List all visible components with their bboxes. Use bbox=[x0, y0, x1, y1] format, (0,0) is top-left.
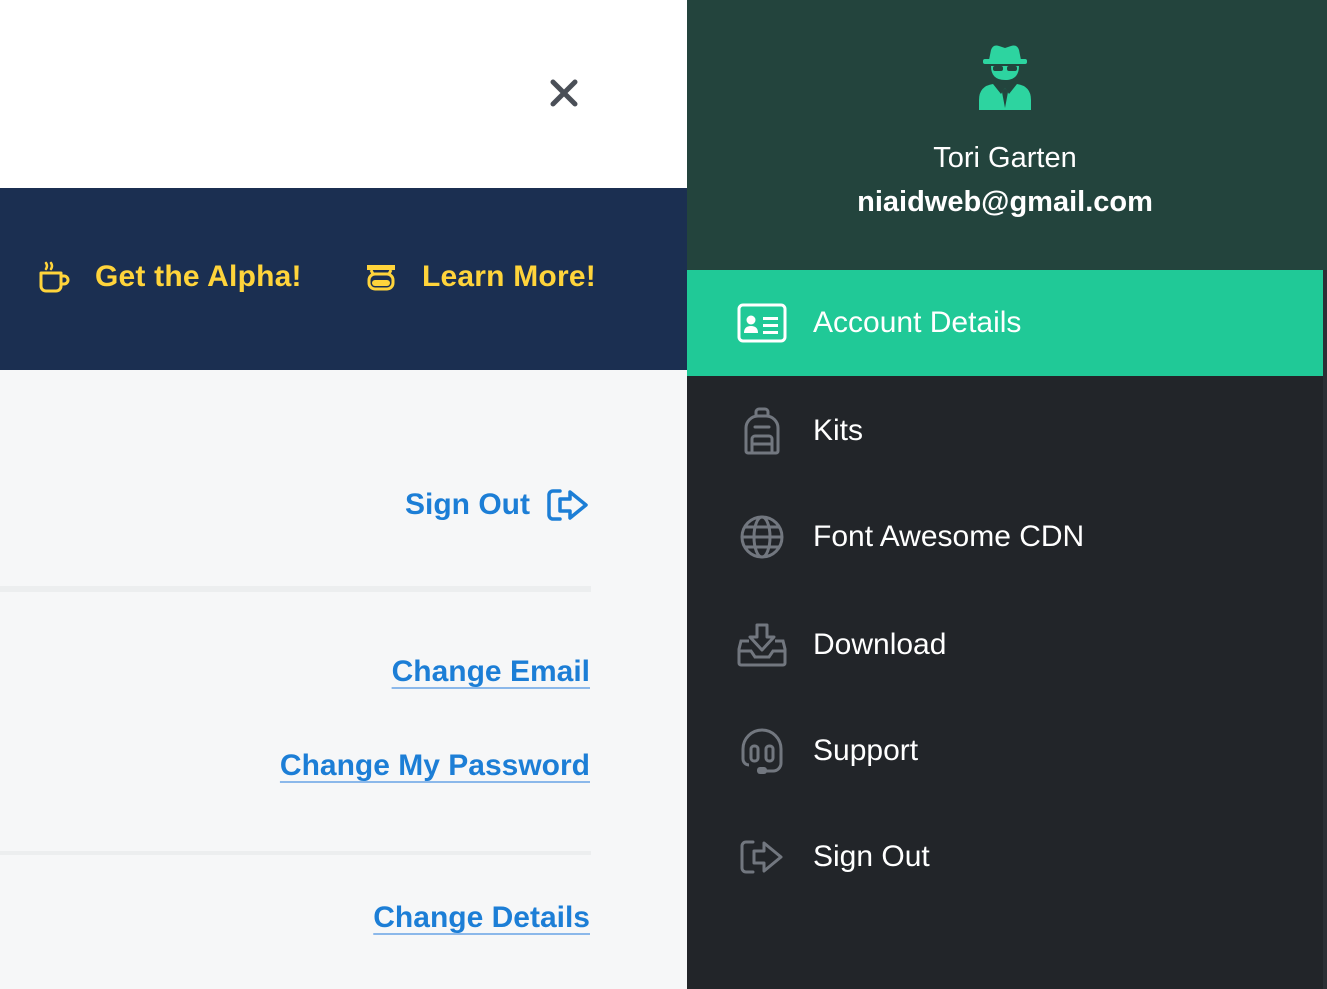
change-password-link[interactable]: Change My Password bbox=[280, 749, 590, 783]
menu-item-kits[interactable]: Kits bbox=[687, 378, 1323, 484]
coffee-pot-icon bbox=[367, 265, 395, 291]
sign-out-link[interactable]: Sign Out bbox=[405, 488, 590, 522]
close-button[interactable] bbox=[544, 73, 584, 113]
section-divider bbox=[0, 586, 591, 592]
menu-item-sign-out[interactable]: Sign Out bbox=[687, 804, 1323, 910]
menu-item-label: Support bbox=[813, 734, 919, 767]
learn-more-link[interactable]: Learn More! bbox=[364, 252, 596, 302]
close-icon bbox=[550, 79, 578, 107]
menu-item-download[interactable]: Download bbox=[687, 592, 1323, 698]
menu-item-label: Font Awesome CDN bbox=[813, 520, 1085, 553]
inbox-download-icon bbox=[736, 619, 788, 671]
section-divider bbox=[0, 851, 591, 855]
learn-more-label: Learn More! bbox=[422, 260, 596, 293]
user-name: Tori Garten bbox=[933, 142, 1077, 174]
menu-item-label: Sign Out bbox=[813, 840, 930, 873]
sign-out-label: Sign Out bbox=[405, 488, 530, 521]
menu-item-label: Kits bbox=[813, 414, 864, 447]
headset-icon bbox=[736, 725, 788, 777]
drawer-scroll-edge bbox=[1323, 270, 1327, 989]
change-email-link[interactable]: Change Email bbox=[392, 655, 590, 689]
sign-out-icon bbox=[736, 831, 788, 883]
menu-item-label: Account Details bbox=[813, 306, 1022, 339]
user-email: niaidweb@gmail.com bbox=[857, 186, 1153, 218]
top-bar bbox=[0, 0, 687, 188]
account-drawer: Tori Garten niaidweb@gmail.com Account D… bbox=[687, 0, 1327, 989]
drawer-header: Tori Garten niaidweb@gmail.com bbox=[687, 0, 1327, 270]
menu-item-support[interactable]: Support bbox=[687, 698, 1323, 804]
promo-banner: Get the Alpha! Learn More! bbox=[0, 188, 687, 370]
user-secret-avatar-icon bbox=[979, 45, 1031, 110]
globe-icon bbox=[736, 511, 788, 563]
menu-item-account-details[interactable]: Account Details bbox=[687, 270, 1323, 376]
id-card-icon bbox=[736, 297, 788, 349]
backpack-icon bbox=[736, 405, 788, 457]
change-details-link[interactable]: Change Details bbox=[373, 901, 590, 935]
get-alpha-link[interactable]: Get the Alpha! bbox=[37, 252, 302, 302]
menu-item-font-awesome-cdn[interactable]: Font Awesome CDN bbox=[687, 484, 1323, 590]
sign-out-icon bbox=[547, 489, 588, 521]
get-alpha-label: Get the Alpha! bbox=[95, 260, 302, 293]
account-page: Get the Alpha! Learn More! Sign Out Chan… bbox=[0, 0, 687, 989]
mug-icon bbox=[39, 261, 70, 293]
menu-item-label: Download bbox=[813, 628, 947, 661]
